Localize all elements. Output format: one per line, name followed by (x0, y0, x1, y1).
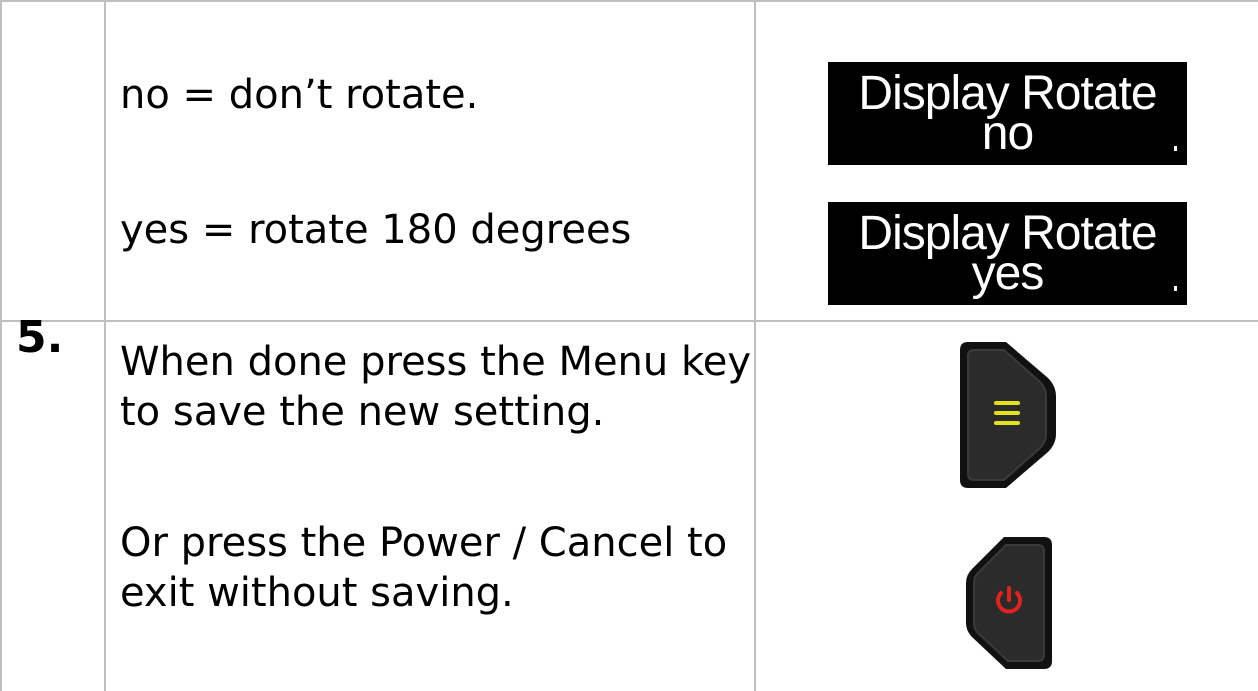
display-screen-no: Display Rotate no (828, 62, 1187, 165)
option-yes-description: yes = rotate 180 degrees (120, 207, 632, 253)
menu-instruction-line-2: to save the new setting. (120, 389, 605, 435)
table-border-text-column (754, 0, 756, 691)
display-indicator-dot (1174, 146, 1177, 151)
display-screen-yes: Display Rotate yes (828, 202, 1187, 305)
display-indicator-dot (1174, 286, 1177, 291)
menu-instruction-line-1: When done press the Menu key (120, 339, 751, 385)
display-value: yes (971, 247, 1045, 300)
menu-icon (994, 401, 1020, 425)
menu-key (960, 342, 1056, 488)
step-number: 5. (16, 312, 64, 363)
option-no-description: no = don’t rotate. (120, 72, 479, 118)
table-border-left (0, 0, 2, 691)
power-key (966, 537, 1052, 669)
instruction-table: no = don’t rotate. yes = rotate 180 degr… (0, 0, 1258, 691)
table-border-step-column (104, 0, 106, 691)
cancel-instruction-line-2: exit without saving. (120, 570, 514, 616)
display-value: no (981, 107, 1034, 160)
table-border-top (0, 0, 1258, 2)
cancel-instruction-line-1: Or press the Power / Cancel to (120, 520, 728, 566)
table-border-row-divider (0, 320, 1258, 322)
